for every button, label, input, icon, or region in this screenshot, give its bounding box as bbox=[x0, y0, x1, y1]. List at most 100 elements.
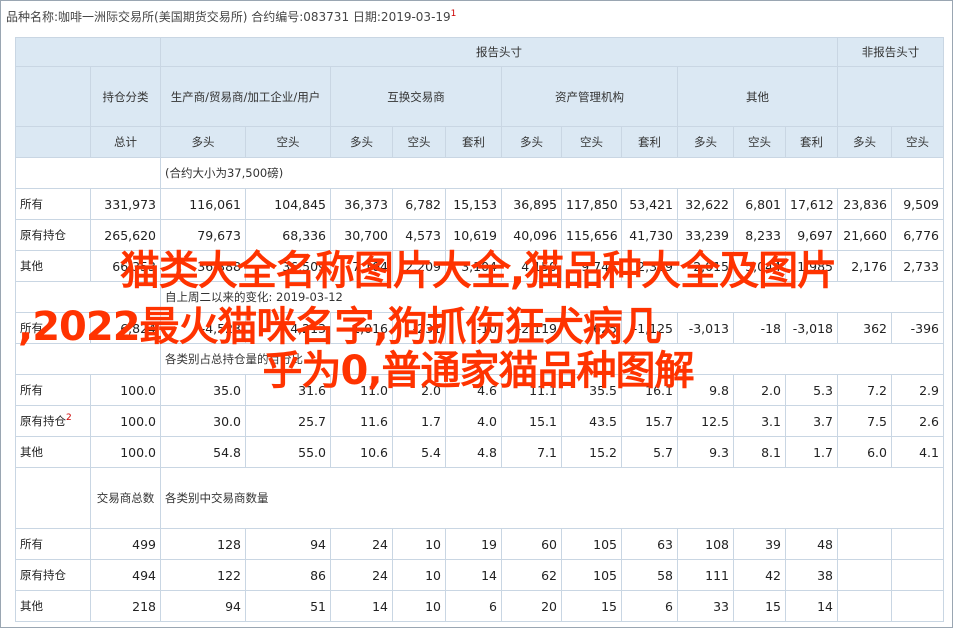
table-cell: 3.1 bbox=[733, 405, 786, 437]
table-cell: 116,061 bbox=[160, 188, 246, 220]
table-cell: 15 bbox=[561, 590, 622, 622]
table-row: 其他 100.0 54.8 55.0 10.6 5.4 4.8 7.1 15.2 5.7 9.3 8.… bbox=[15, 436, 944, 468]
table-cell: 499 bbox=[90, 528, 161, 560]
section-blank bbox=[15, 157, 161, 189]
header-spread: 套利 bbox=[445, 126, 502, 158]
row-label: 所有 bbox=[15, 188, 91, 220]
table-cell: 15,153 bbox=[445, 188, 502, 220]
table-cell: 55.0 bbox=[245, 436, 331, 468]
table-cell: 68,336 bbox=[245, 219, 331, 251]
header-blank bbox=[15, 37, 161, 67]
table-cell: 60 bbox=[501, 528, 562, 560]
table-cell: 15.1 bbox=[501, 405, 562, 437]
table-cell: 10 bbox=[392, 559, 446, 591]
trader-note: 各类别中交易商数量 bbox=[160, 467, 944, 529]
table-cell: 40,096 bbox=[501, 219, 562, 251]
header-row-3: 总计 多头 空头 多头 空头 套利 多头 空头 套利 多头 空头 套利 多头 空… bbox=[15, 126, 944, 158]
table-row: 原有持仓 494 122 86 24 10 14 62 105 58 111 42 38 bbox=[15, 559, 944, 591]
table-cell: 21,660 bbox=[837, 219, 892, 251]
table-cell: 30,700 bbox=[330, 219, 393, 251]
table-cell: 1.7 bbox=[785, 436, 838, 468]
table-cell: 25.7 bbox=[245, 405, 331, 437]
overlay-headline: 猫类大全名称图片大全,猫品种大全及图片 ,2022最火猫咪名字,狗抓伤狂犬病几 … bbox=[18, 250, 938, 392]
table-cell: 33 bbox=[677, 590, 734, 622]
table-cell: 79,673 bbox=[160, 219, 246, 251]
overlay-line-2: ,2022最火猫咪名字,狗抓伤狂犬病几 bbox=[18, 304, 662, 350]
overlay-line-1: 猫类大全名称图片大全,猫品种大全及图片 bbox=[119, 248, 837, 294]
table-cell: 53,421 bbox=[621, 188, 678, 220]
header-spread: 套利 bbox=[621, 126, 678, 158]
table-cell: 105 bbox=[561, 528, 622, 560]
table-cell: 94 bbox=[245, 528, 331, 560]
table-cell: 6.0 bbox=[837, 436, 892, 468]
table-cell: 218 bbox=[90, 590, 161, 622]
footnote-marker: 2 bbox=[66, 413, 72, 424]
footnote-marker: 1 bbox=[450, 9, 457, 19]
header-position-class: 持仓分类 bbox=[90, 66, 161, 127]
table-cell bbox=[891, 528, 944, 560]
header-spread: 套利 bbox=[785, 126, 838, 158]
table-row: 原有持仓2 100.0 30.0 25.7 11.6 1.7 4.0 15.1 43.5 15.7… bbox=[15, 405, 944, 437]
table-cell bbox=[837, 590, 892, 622]
row-label: 其他 bbox=[15, 436, 91, 468]
table-cell: 1.7 bbox=[392, 405, 446, 437]
header-short: 空头 bbox=[245, 126, 331, 158]
header-short: 空头 bbox=[561, 126, 622, 158]
table-cell: 6 bbox=[445, 590, 502, 622]
table-cell: 24 bbox=[330, 528, 393, 560]
table-cell bbox=[837, 528, 892, 560]
table-cell: 32,622 bbox=[677, 188, 734, 220]
table-cell: 117,850 bbox=[561, 188, 622, 220]
table-cell: 4.8 bbox=[445, 436, 502, 468]
table-cell: 41,730 bbox=[621, 219, 678, 251]
header-total: 总计 bbox=[90, 126, 161, 158]
table-cell: 108 bbox=[677, 528, 734, 560]
table-cell: 331,973 bbox=[90, 188, 161, 220]
table-cell: 10,619 bbox=[445, 219, 502, 251]
table-cell: 111 bbox=[677, 559, 734, 591]
table-cell bbox=[837, 559, 892, 591]
table-cell: 48 bbox=[785, 528, 838, 560]
table-cell: 10 bbox=[392, 590, 446, 622]
table-cell: 9.3 bbox=[677, 436, 734, 468]
table-cell: 14 bbox=[330, 590, 393, 622]
table-cell: 6,801 bbox=[733, 188, 786, 220]
header-other: 其他 bbox=[677, 66, 838, 127]
table-cell: 11.6 bbox=[330, 405, 393, 437]
table-cell: 4.1 bbox=[891, 436, 944, 468]
header-blank bbox=[15, 66, 91, 127]
table-cell: 63 bbox=[621, 528, 678, 560]
table-cell: 128 bbox=[160, 528, 246, 560]
table-cell: 14 bbox=[785, 590, 838, 622]
table-cell: 9,697 bbox=[785, 219, 838, 251]
table-cell: 6,776 bbox=[891, 219, 944, 251]
table-cell: 2.6 bbox=[891, 405, 944, 437]
table-cell: 94 bbox=[160, 590, 246, 622]
report-title-text: 品种名称:咖啡一洲际交易所(美国期货交易所) 合约编号:083731 日期:20… bbox=[6, 10, 451, 24]
header-blank bbox=[837, 66, 944, 127]
table-cell: 8,233 bbox=[733, 219, 786, 251]
table-cell: 15 bbox=[733, 590, 786, 622]
header-long: 多头 bbox=[677, 126, 734, 158]
header-managed: 资产管理机构 bbox=[501, 66, 678, 127]
table-cell: 17,612 bbox=[785, 188, 838, 220]
table-cell: 9,509 bbox=[891, 188, 944, 220]
section-open-interest: (合约大小为37,500磅) bbox=[15, 157, 944, 189]
table-cell: 19 bbox=[445, 528, 502, 560]
table-cell: 54.8 bbox=[160, 436, 246, 468]
table-row: 其他 218 94 51 14 10 6 20 15 6 33 15 14 bbox=[15, 590, 944, 622]
section-blank bbox=[15, 467, 91, 529]
header-short: 空头 bbox=[733, 126, 786, 158]
table-cell: 100.0 bbox=[90, 436, 161, 468]
table-cell: 15.7 bbox=[621, 405, 678, 437]
table-cell: 30.0 bbox=[160, 405, 246, 437]
table-cell: 122 bbox=[160, 559, 246, 591]
table-cell: 39 bbox=[733, 528, 786, 560]
table-cell: 15.2 bbox=[561, 436, 622, 468]
table-cell: 43.5 bbox=[561, 405, 622, 437]
table-cell: 12.5 bbox=[677, 405, 734, 437]
header-short: 空头 bbox=[392, 126, 446, 158]
table-cell: 105 bbox=[561, 559, 622, 591]
row-label: 原有持仓2 bbox=[15, 405, 91, 437]
header-row-1: 报告头寸 非报告头寸 bbox=[15, 37, 944, 67]
